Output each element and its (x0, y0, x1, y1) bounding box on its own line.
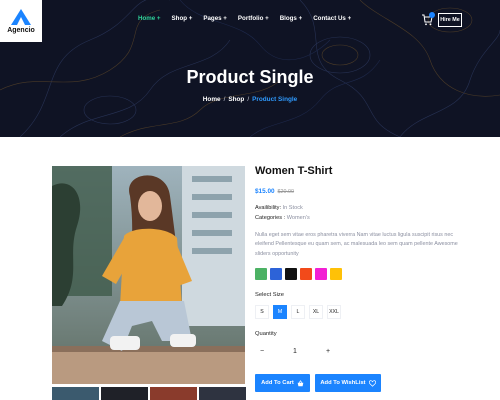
size-selector: S M L XL XXL (255, 305, 341, 319)
current-price: $15.00 (255, 188, 275, 195)
quantity-stepper: − 1 + (255, 344, 335, 358)
color-swatch[interactable] (270, 268, 282, 280)
availability-label: Availibility: (255, 205, 282, 211)
size-option[interactable]: M (273, 305, 287, 319)
breadcrumb-shop[interactable]: Shop (228, 96, 244, 103)
nav-home[interactable]: Home + (138, 15, 161, 22)
add-to-wishlist-button[interactable]: Add To WishList (315, 374, 381, 392)
product-photo-illustration (52, 166, 245, 384)
thumbnail[interactable] (52, 387, 99, 400)
color-swatches (255, 268, 342, 280)
thumbnail[interactable] (150, 387, 197, 400)
product-price: $15.00 $20.00 (255, 188, 294, 195)
brand-logo[interactable]: Agencio (0, 0, 42, 42)
nav-portfolio[interactable]: Portfolio + (238, 15, 269, 22)
product-title: Women T-Shirt (255, 165, 333, 177)
breadcrumb-home[interactable]: Home (203, 96, 221, 103)
color-swatch[interactable] (315, 268, 327, 280)
breadcrumb-separator: / (247, 96, 250, 103)
product-thumbnails (52, 387, 246, 400)
breadcrumb-separator: / (223, 96, 226, 103)
old-price: $20.00 (277, 189, 295, 195)
size-option[interactable]: S (255, 305, 269, 319)
main-nav: Home + Shop + Pages + Portfolio + Blogs … (138, 15, 351, 22)
hero-banner: Agencio Home + Shop + Pages + Portfolio … (0, 0, 500, 137)
add-to-cart-label: Add To Cart (261, 380, 294, 386)
cart-count-badge (429, 12, 435, 18)
availability-row: Availibility: In Stock (255, 205, 303, 211)
brand-name: Agencio (7, 26, 35, 34)
size-option[interactable]: XXL (327, 305, 341, 319)
add-to-wishlist-label: Add To WishList (320, 380, 366, 386)
page-title: Product Single (186, 67, 314, 87)
nav-shop[interactable]: Shop + (172, 15, 193, 22)
size-option[interactable]: L (291, 305, 305, 319)
nav-pages[interactable]: Pages + (203, 15, 227, 22)
quantity-value[interactable]: 1 (290, 348, 300, 355)
breadcrumb: Home / Shop / Product Single (0, 96, 500, 103)
categories-row: Categories : Women's (255, 215, 310, 221)
categories-value[interactable]: Women's (287, 215, 310, 221)
categories-label: Categories : (255, 215, 286, 221)
heart-icon (368, 379, 376, 387)
add-to-cart-button[interactable]: Add To Cart (255, 374, 310, 392)
quantity-decrement-button[interactable]: − (257, 348, 267, 355)
availability-value: In Stock (282, 205, 303, 211)
product-description: Nulla eget sem vitae eros pharetra viver… (255, 232, 458, 257)
thumbnail[interactable] (199, 387, 246, 400)
color-swatch[interactable] (255, 268, 267, 280)
color-swatch[interactable] (300, 268, 312, 280)
quantity-increment-button[interactable]: + (323, 348, 333, 355)
size-option[interactable]: XL (309, 305, 323, 319)
product-image[interactable] (52, 166, 245, 384)
size-label: Select Size (255, 292, 284, 298)
logo-mark-icon (11, 8, 31, 25)
color-swatch[interactable] (330, 268, 342, 280)
nav-contact[interactable]: Contact Us + (313, 15, 351, 22)
color-swatch[interactable] (285, 268, 297, 280)
thumbnail[interactable] (101, 387, 148, 400)
quantity-label: Quantity (255, 331, 277, 337)
hire-me-button[interactable]: Hire Me (438, 13, 462, 27)
breadcrumb-current: Product Single (252, 96, 298, 103)
basket-icon (297, 379, 304, 386)
nav-blogs[interactable]: Blogs + (280, 15, 303, 22)
